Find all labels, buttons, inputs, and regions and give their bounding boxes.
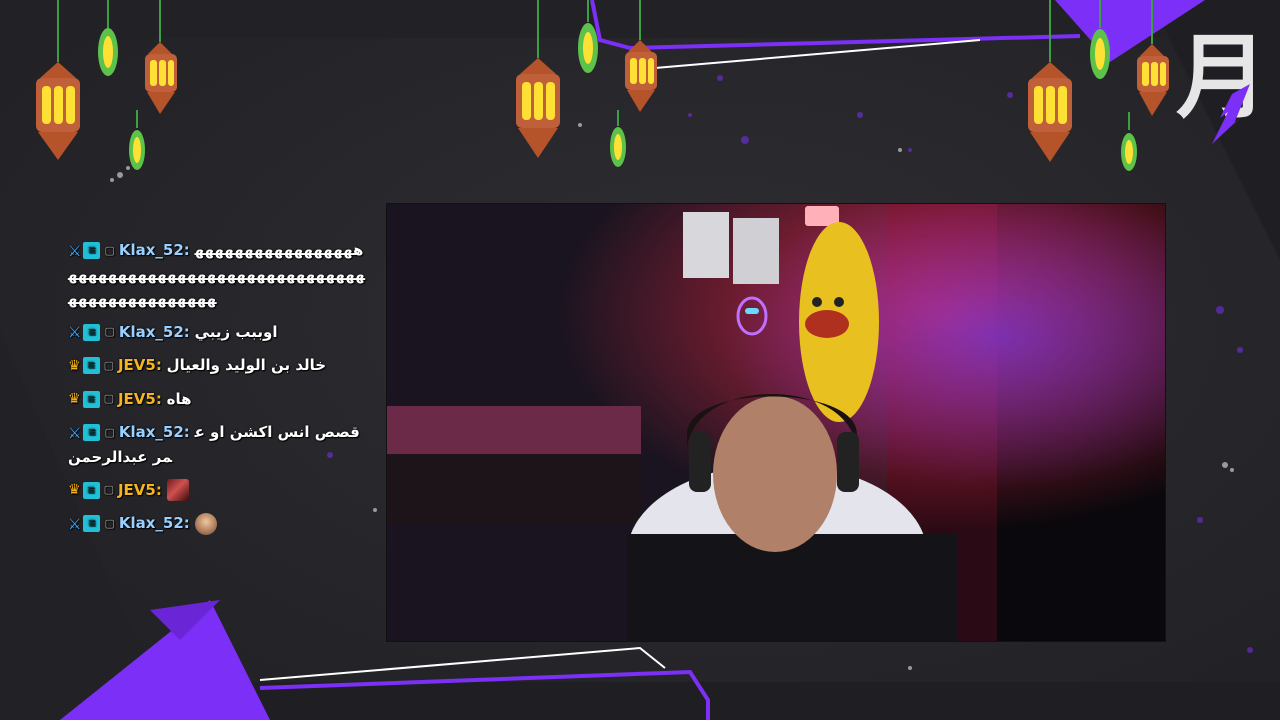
small-lantern-icon — [129, 110, 145, 170]
small-lantern-icon — [1090, 0, 1110, 79]
chat-username[interactable]: Klax_52: — [119, 514, 190, 532]
chat-username[interactable]: JEV5: — [118, 390, 162, 408]
badge-group: ⚔ ≡ ▢ — [68, 512, 119, 536]
small-lantern-icon — [610, 110, 626, 167]
badge-group: ⚔ ≡ ▢ — [68, 239, 119, 263]
chat-emote-icon — [194, 512, 217, 535]
crown-badge-icon: ♛ — [68, 482, 81, 498]
stream-overlay: 月 ⚔ ≡ ▢ Klax_52: ﻫﻬﻬﻬﻬﻬﻬﻬﻬﻬﻬﻬﻬﻬﻬﻬﻬﻬﻬﻬﻬﻬﻬﻬﻬﻬ… — [0, 0, 1280, 720]
chat-panel: ⚔ ≡ ▢ Klax_52: ﻫﻬﻬﻬﻬﻬﻬﻬﻬﻬﻬﻬﻬﻬﻬﻬﻬﻬﻬﻬﻬﻬﻬﻬﻬﻬﻬﻬ… — [68, 238, 368, 545]
chat-username[interactable]: Klax_52: — [119, 323, 190, 341]
sword-badge-icon: ⚔ — [68, 241, 82, 260]
crown-badge-icon: ♛ — [68, 357, 81, 374]
sword-badge-icon: ⚔ — [68, 423, 82, 442]
badge-group: ♛ ≡ ▢ — [68, 478, 118, 502]
tag-badge-icon: ▢ — [103, 483, 114, 496]
lantern-icon — [1028, 0, 1072, 162]
chat-message: ♛ ≡ ▢ JEV5: هاه — [68, 387, 368, 412]
chat-username[interactable]: Klax_52: — [119, 241, 190, 259]
channel-logo-icon: 月 — [1176, 24, 1268, 144]
lantern-icon — [516, 0, 560, 158]
lantern-icon — [145, 0, 177, 114]
chat-message: ⚔ ≡ ▢ Klax_52: ﻫﻬﻬﻬﻬﻬﻬﻬﻬﻬﻬﻬﻬﻬﻬﻬﻬﻬﻬﻬﻬﻬﻬﻬﻬﻬﻬﻬ… — [68, 238, 368, 311]
lantern-icon — [36, 0, 80, 160]
tag-badge-icon: ▢ — [103, 392, 114, 405]
chat-message: ⚔ ≡ ▢ Klax_52: قصص انس اكشن او عمر عبدالرحم… — [68, 420, 368, 469]
sword-badge-icon: ⚔ — [68, 323, 82, 341]
subscriber-badge-icon: ≡ — [83, 323, 101, 341]
webcam-feed — [386, 203, 1166, 642]
webcam-scene — [387, 204, 1165, 641]
small-lantern-icon — [98, 0, 118, 76]
chat-message: ♛ ≡ ▢ JEV5: — [68, 478, 368, 503]
lantern-icon — [1137, 0, 1169, 116]
sword-badge-icon: ⚔ — [68, 514, 82, 533]
subscriber-badge-icon: ≡ — [82, 390, 100, 408]
badge-group: ♛ ≡ ▢ — [68, 354, 118, 378]
subscriber-badge-icon: ≡ — [83, 424, 101, 441]
chat-emote-icon — [166, 479, 189, 501]
tag-badge-icon: ▢ — [104, 425, 115, 439]
small-lantern-icon — [1121, 112, 1137, 171]
subscriber-badge-icon: ≡ — [82, 357, 100, 374]
chat-message-text: هاه — [166, 389, 192, 408]
chat-message-text: خالد بن الوليد والعيال — [166, 356, 327, 374]
tag-badge-icon: ▢ — [104, 325, 115, 338]
chat-username[interactable]: JEV5: — [118, 481, 162, 499]
subscriber-badge-icon: ≡ — [82, 481, 100, 499]
tag-badge-icon: ▢ — [104, 516, 115, 530]
tag-badge-icon: ▢ — [103, 358, 114, 372]
subscriber-badge-icon: ≡ — [83, 515, 101, 532]
chat-username[interactable]: JEV5: — [118, 356, 162, 374]
crown-badge-icon: ♛ — [68, 391, 81, 407]
chat-message: ♛ ≡ ▢ JEV5: خالد بن الوليد والعيال — [68, 353, 368, 378]
chat-message: ⚔ ≡ ▢ Klax_52: اوببب زيبي — [68, 320, 368, 345]
chat-message: ⚔ ≡ ▢ Klax_52: — [68, 511, 368, 536]
lantern-icon — [625, 0, 657, 112]
badge-group: ♛ ≡ ▢ — [68, 387, 118, 411]
small-lantern-icon — [578, 0, 598, 73]
subscriber-badge-icon: ≡ — [83, 242, 101, 259]
badge-group: ⚔ ≡ ▢ — [68, 421, 119, 445]
chat-username[interactable]: Klax_52: — [119, 423, 190, 441]
chat-message-text: اوببب زيبي — [194, 322, 278, 341]
tag-badge-icon: ▢ — [104, 243, 115, 257]
badge-group: ⚔ ≡ ▢ — [68, 320, 119, 344]
